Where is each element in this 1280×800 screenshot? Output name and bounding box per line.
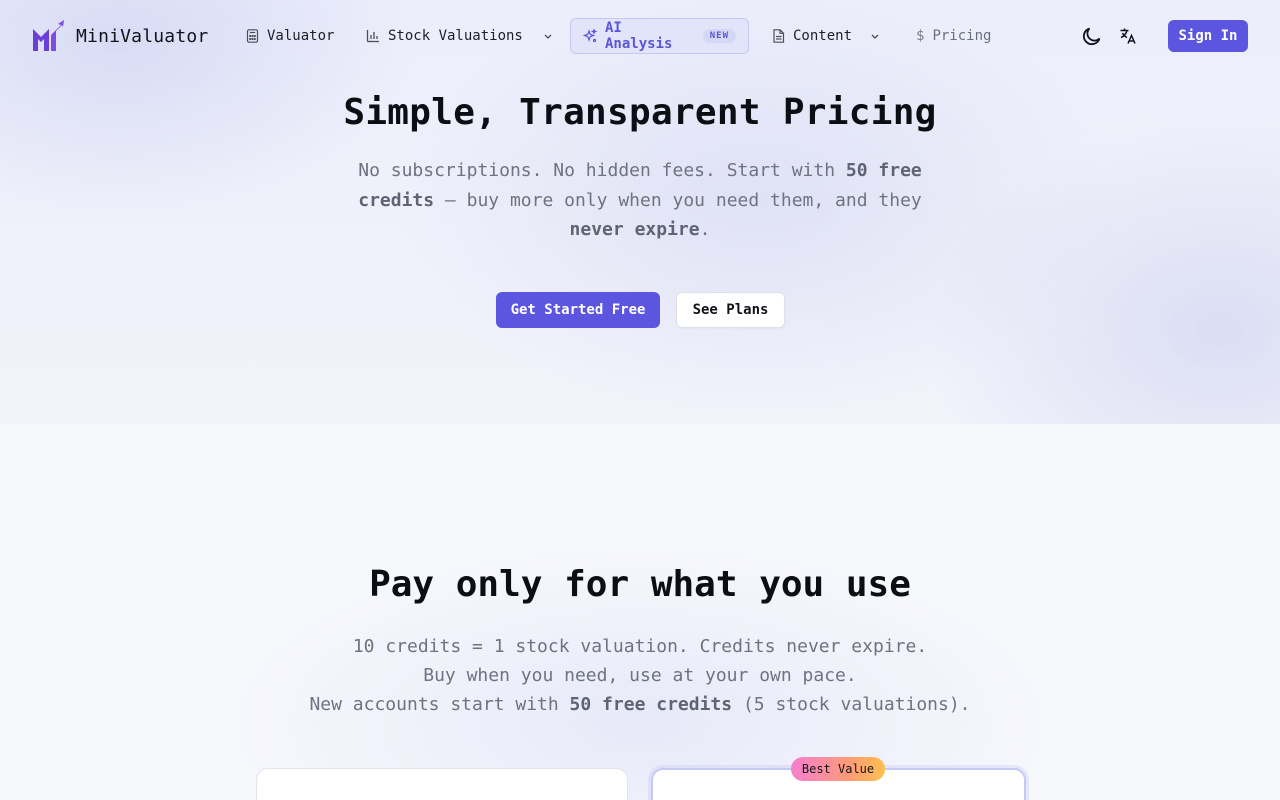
nav-item-pricing[interactable]: $ Pricing	[904, 18, 1003, 54]
nav-item-label: Pricing	[932, 28, 992, 44]
sparkles-icon	[583, 29, 597, 43]
nav-item-valuator[interactable]: Valuator	[234, 18, 346, 54]
brand-name: MiniValuator	[76, 25, 209, 47]
hero-title: Simple, Transparent Pricing	[343, 92, 937, 133]
nav-item-label: AI Analysis	[605, 20, 673, 52]
sign-in-button[interactable]: Sign In	[1168, 20, 1248, 52]
pricing-subtitle-line: 10 credits = 1 stock valuation. Credits …	[352, 636, 928, 657]
calculator-icon	[246, 29, 259, 43]
language-switcher-button[interactable]	[1114, 22, 1142, 50]
get-started-free-button[interactable]: Get Started Free	[496, 292, 660, 328]
nav-item-label: Stock Valuations	[388, 28, 523, 44]
brand-logo-link[interactable]: MiniValuator	[32, 20, 208, 52]
pricing-subtitle-line: New accounts start with 50 free credits …	[309, 694, 971, 715]
minivaluator-logo-icon	[33, 20, 64, 51]
pricing-subtitle-line: Buy when you need, use at your own pace.	[423, 665, 857, 686]
best-value-badge: Best Value	[791, 757, 885, 781]
theme-toggle-button[interactable]	[1078, 22, 1106, 50]
pricing-section-background	[0, 424, 1280, 800]
nav-item-ai-analysis[interactable]: AI Analysis NEW	[570, 18, 749, 54]
chevron-down-icon	[544, 34, 552, 39]
pricing-section-title: Pay only for what you use	[369, 564, 911, 605]
top-navbar: MiniValuator Valuator Stock Valuations A…	[0, 0, 1280, 72]
nav-item-content[interactable]: Content	[760, 18, 892, 54]
translate-icon	[1120, 28, 1136, 44]
new-badge: NEW	[702, 29, 736, 43]
hero-subtitle: No subscriptions. No hidden fees. Start …	[358, 160, 922, 240]
nav-item-label: Valuator	[267, 28, 335, 44]
moon-icon	[1082, 27, 1101, 46]
bar-chart-icon	[366, 30, 379, 43]
nav-item-label: Content	[793, 28, 853, 44]
dollar-icon: $	[916, 28, 925, 44]
document-icon	[773, 29, 785, 43]
chevron-down-icon	[871, 34, 879, 39]
pricing-section-subtitle: 10 credits = 1 stock valuation. Credits …	[240, 632, 1040, 719]
see-plans-button[interactable]: See Plans	[676, 292, 785, 328]
nav-item-stock-valuations[interactable]: Stock Valuations	[354, 18, 565, 54]
pricing-card-starter[interactable]	[256, 768, 628, 800]
